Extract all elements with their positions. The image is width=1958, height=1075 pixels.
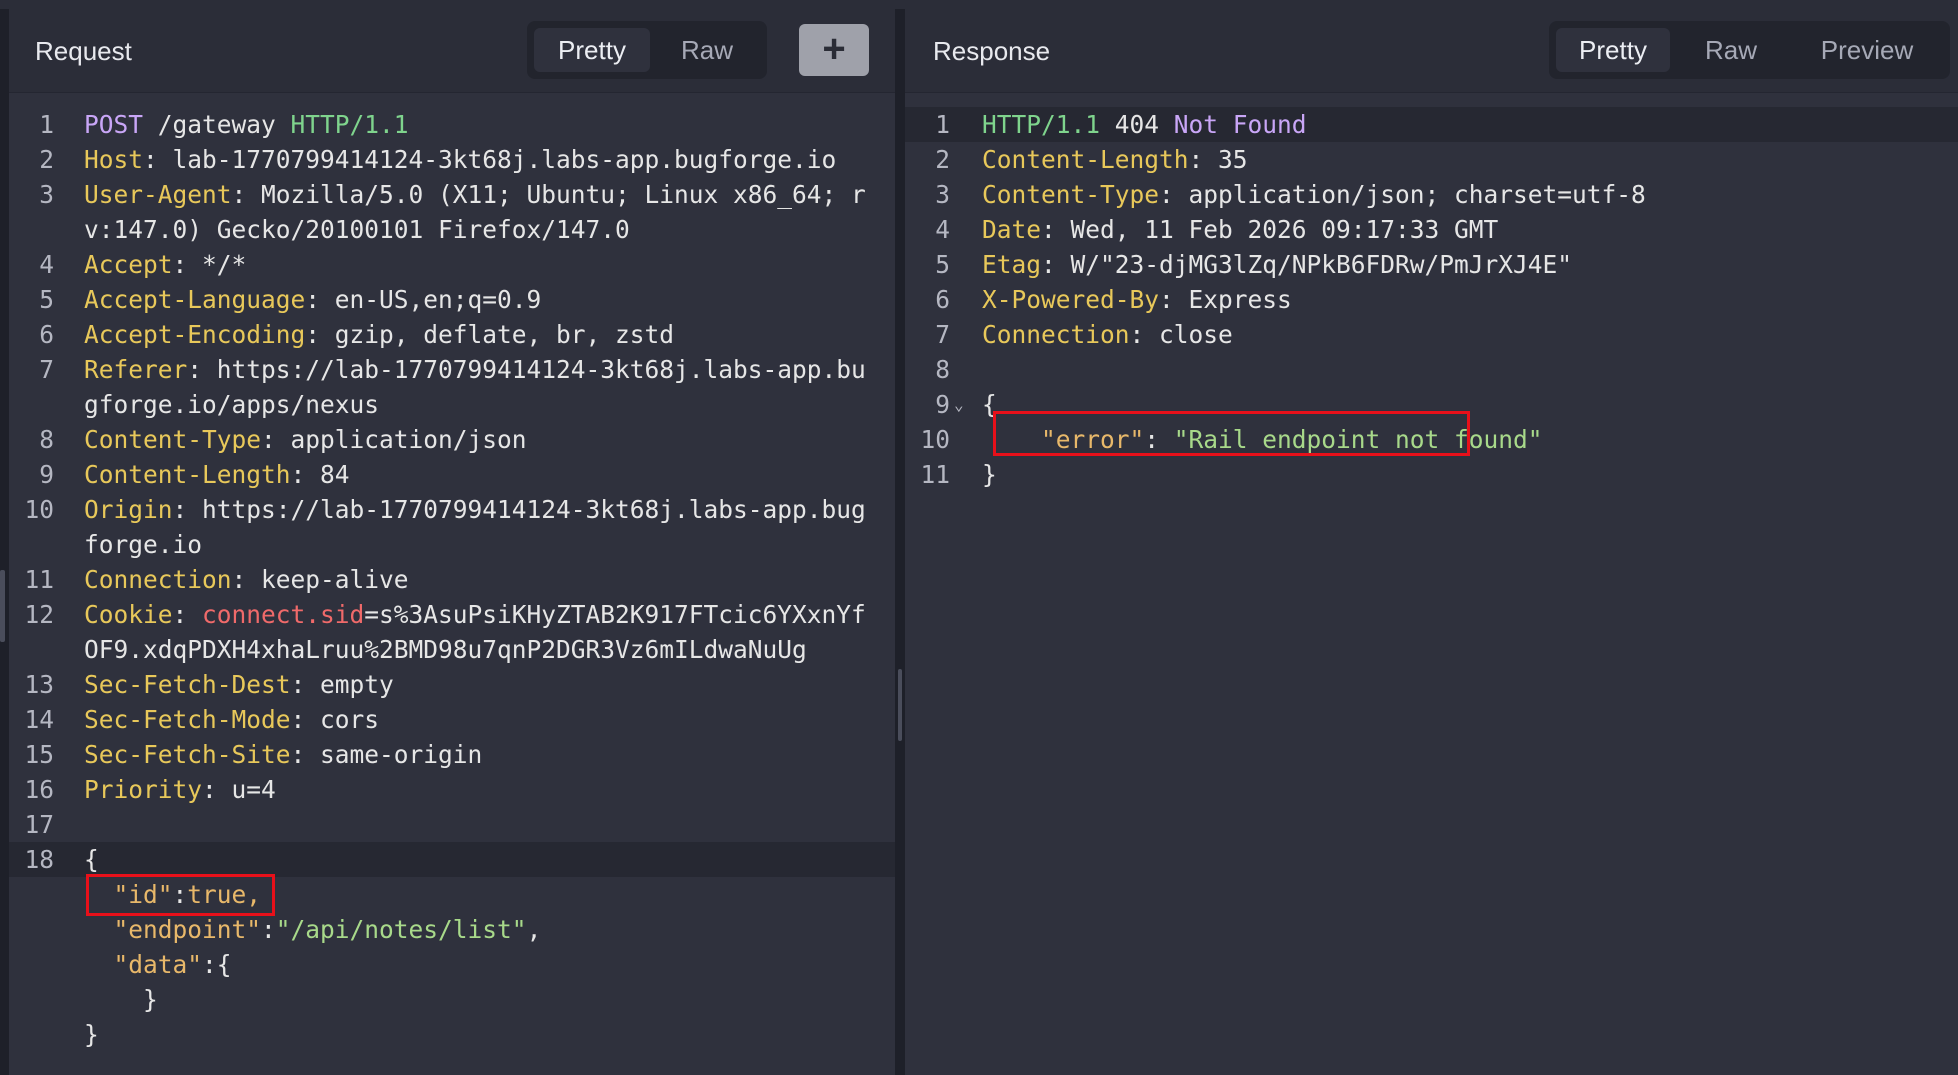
highlight-box-error	[993, 411, 1470, 456]
request-line: 4 Accept: */*	[39, 250, 247, 279]
response-title: Response	[933, 36, 1051, 66]
request-line: 12 Cookie: connect.sid=s%3AsuPsiKHyZTAB2K…	[24, 600, 866, 629]
response-line: 11}	[920, 460, 997, 489]
request-pane: Request Pretty Raw + 1 POST /gateway HTTP…	[9, 9, 895, 1075]
window-top-bar	[0, 0, 1958, 9]
response-line-current: 1 HTTP/1.1 404 Not Found	[905, 107, 1958, 142]
request-view-toggle: Pretty Raw	[527, 21, 767, 79]
response-header: Response Pretty Raw Preview	[905, 9, 1958, 93]
left-scroll-grip[interactable]	[0, 570, 5, 642]
tab-raw[interactable]: Raw	[1675, 28, 1787, 72]
request-header: Request Pretty Raw +	[9, 9, 895, 93]
response-line: 6 X-Powered-By: Express	[935, 285, 1292, 314]
request-line: 6 Accept-Encoding: gzip, deflate, br, zst…	[39, 320, 675, 349]
request-line: 16 Priority: u=4	[24, 775, 276, 804]
request-line: 15 Sec-Fetch-Site: same-origin	[24, 740, 483, 769]
request-line: 5 Accept-Language: en-US,en;q=0.9	[39, 285, 542, 314]
response-pane: Response Pretty Raw Preview 1 HTTP/1.1 40…	[905, 9, 1958, 1075]
chevron-down-icon[interactable]: ⌄	[954, 387, 964, 422]
response-line: 4 Date: Wed, 11 Feb 2026 09:17:33 GMT	[935, 215, 1499, 244]
response-line: 7 Connection: close	[935, 320, 1233, 349]
request-line: 10 Origin: https://lab-1770799414124-3kt6…	[24, 495, 866, 524]
tab-raw[interactable]: Raw	[653, 28, 761, 72]
request-line-wrap: OF9.xdqPDXH4xhaLruu%2BMD98u7qnP2DGR3Vz6m…	[84, 635, 807, 664]
request-editor[interactable]: 1 POST /gateway HTTP/1.1 2 Host: lab-17707…	[9, 93, 895, 1075]
request-line: 17	[24, 810, 54, 839]
request-line: 3 User-Agent: Mozilla/5.0 (X11; Ubuntu; L…	[39, 180, 866, 209]
request-line: 14 Sec-Fetch-Mode: cors	[24, 705, 380, 734]
response-line: 3 Content-Type: application/json; charset…	[935, 180, 1646, 209]
pane-splitter[interactable]	[895, 9, 905, 1075]
tab-pretty[interactable]: Pretty	[534, 28, 650, 72]
request-title: Request	[35, 36, 132, 66]
request-line: 7 Referer: https://lab-1770799414124-3kt6…	[39, 355, 866, 384]
request-line: 9 Content-Length: 84	[39, 460, 350, 489]
request-body-line: "endpoint":"/api/notes/list",	[113, 915, 542, 944]
request-body-line: "data":{	[113, 950, 232, 979]
highlight-box-id	[86, 874, 275, 916]
request-line: 2 Host: lab-1770799414124-3kt68j.labs-app…	[39, 145, 837, 174]
request-line: 1 POST /gateway HTTP/1.1	[39, 110, 409, 139]
request-line-wrap: forge.io	[84, 530, 203, 559]
response-line: 5 Etag: W/"23-djMG3lZq/NPkB6FDRw/PmJrXJ4E…	[935, 250, 1573, 279]
request-body-line: }	[84, 1020, 99, 1049]
request-line-current: 18{	[9, 842, 895, 877]
splitter-grip[interactable]	[898, 669, 902, 741]
response-editor[interactable]: 1 HTTP/1.1 404 Not Found 2 Content-Length:…	[905, 93, 1958, 1075]
request-line-wrap: v:147.0) Gecko/20100101 Firefox/147.0	[84, 215, 630, 244]
tab-pretty[interactable]: Pretty	[1556, 28, 1670, 72]
response-view-toggle: Pretty Raw Preview	[1549, 21, 1950, 79]
add-button[interactable]: +	[799, 24, 869, 76]
request-line: 13 Sec-Fetch-Dest: empty	[24, 670, 394, 699]
request-line-wrap: gforge.io/apps/nexus	[84, 390, 380, 419]
response-line: 8	[935, 355, 950, 384]
tab-preview[interactable]: Preview	[1793, 28, 1941, 72]
request-line: 11 Connection: keep-alive	[24, 565, 409, 594]
response-line: 2 Content-Length: 35	[935, 145, 1248, 174]
request-line: 8 Content-Type: application/json	[39, 425, 527, 454]
request-body-line: }	[143, 985, 158, 1014]
